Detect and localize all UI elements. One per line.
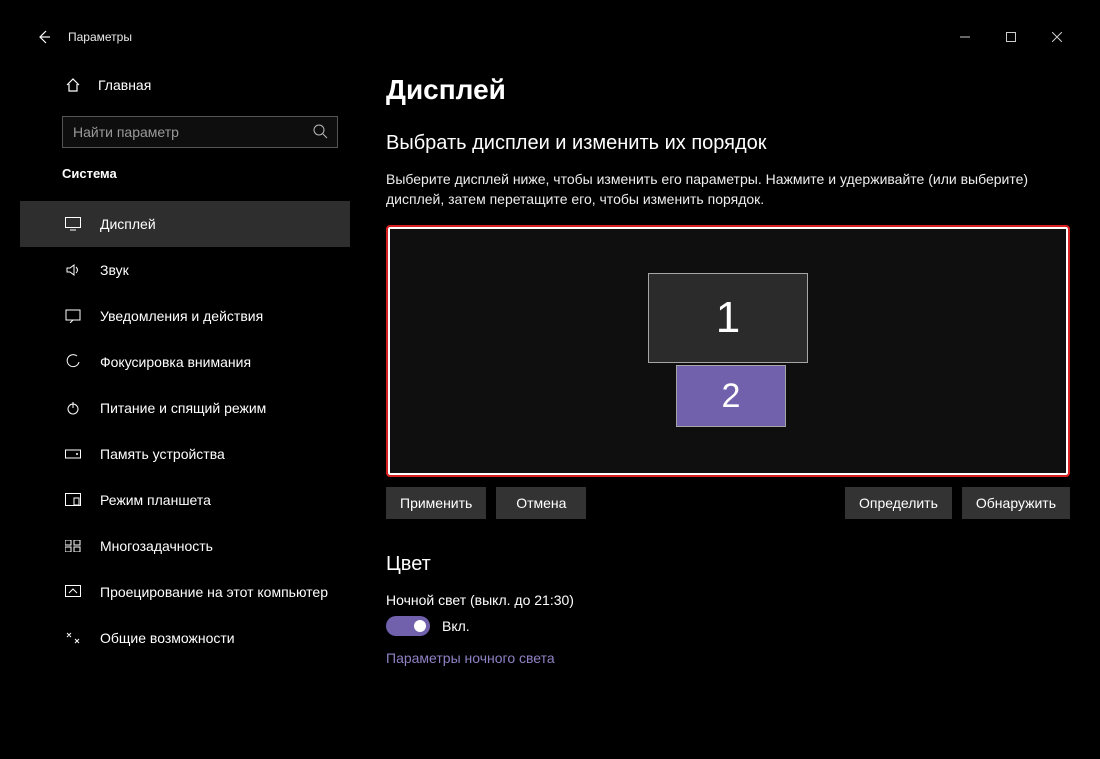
color-section-title: Цвет <box>386 553 1068 576</box>
multitask-icon <box>64 540 82 552</box>
monitor-2-label: 2 <box>722 377 741 416</box>
sidebar-item-storage[interactable]: Память устройства <box>20 431 350 477</box>
back-button[interactable] <box>20 20 68 54</box>
sidebar-item-focus[interactable]: Фокусировка внимания <box>20 339 350 385</box>
monitor-1-label: 1 <box>716 293 740 343</box>
projecting-icon <box>64 585 82 599</box>
arrange-section-title: Выбрать дисплеи и изменить их порядок <box>386 132 1068 155</box>
window-title: Параметры <box>68 30 132 44</box>
night-light-label: Ночной свет (выкл. до 21:30) <box>386 592 1068 608</box>
night-light-toggle-row: Вкл. <box>386 616 1068 636</box>
home-icon <box>64 77 82 93</box>
sidebar-item-power[interactable]: Питание и спящий режим <box>20 385 350 431</box>
detect-button[interactable]: Обнаружить <box>962 487 1070 519</box>
sidebar-item-label: Фокусировка внимания <box>100 354 251 370</box>
sidebar-item-label: Уведомления и действия <box>100 308 263 324</box>
search-input[interactable] <box>62 116 338 148</box>
display-icon <box>64 217 82 231</box>
close-button[interactable] <box>1034 20 1080 54</box>
settings-window: Параметры Главная <box>20 20 1080 740</box>
sidebar-item-label: Звук <box>100 262 129 278</box>
toggle-state-label: Вкл. <box>442 618 470 634</box>
sidebar-group-label: Система <box>20 166 350 181</box>
focus-icon <box>64 354 82 370</box>
power-icon <box>64 400 82 416</box>
notifications-icon <box>64 309 82 323</box>
search-icon <box>312 123 328 144</box>
cancel-button[interactable]: Отмена <box>496 487 586 519</box>
arrange-button-row: Применить Отмена Определить Обнаружить <box>386 487 1070 519</box>
page-title: Дисплей <box>386 74 1068 106</box>
apply-button[interactable]: Применить <box>386 487 486 519</box>
sidebar-item-label: Проецирование на этот компьютер <box>100 584 328 600</box>
monitor-1[interactable]: 1 <box>648 273 808 363</box>
sidebar-item-label: Питание и спящий режим <box>100 400 266 416</box>
storage-icon <box>64 448 82 460</box>
minimize-button[interactable] <box>942 20 988 54</box>
sidebar-item-display[interactable]: Дисплей <box>20 201 350 247</box>
sidebar-item-label: Дисплей <box>100 216 156 232</box>
window-controls <box>942 20 1080 54</box>
sidebar-item-notifications[interactable]: Уведомления и действия <box>20 293 350 339</box>
sidebar-item-tablet[interactable]: Режим планшета <box>20 477 350 523</box>
sidebar-home[interactable]: Главная <box>20 64 350 106</box>
sidebar-item-label: Память устройства <box>100 446 225 462</box>
sidebar-item-sound[interactable]: Звук <box>20 247 350 293</box>
close-icon <box>1052 32 1062 42</box>
night-light-toggle[interactable] <box>386 616 430 636</box>
sidebar-item-label: Общие возможности <box>100 630 235 646</box>
toggle-knob <box>414 620 426 632</box>
arrow-left-icon <box>36 29 52 45</box>
sidebar-item-label: Режим планшета <box>100 492 211 508</box>
identify-button[interactable]: Определить <box>845 487 952 519</box>
sidebar-item-shared[interactable]: Общие возможности <box>20 615 350 661</box>
titlebar: Параметры <box>20 20 1080 54</box>
maximize-icon <box>1006 32 1016 42</box>
sidebar-item-projecting[interactable]: Проецирование на этот компьютер <box>20 569 350 615</box>
monitor-2[interactable]: 2 <box>676 365 786 427</box>
sidebar-item-multitask[interactable]: Многозадачность <box>20 523 350 569</box>
maximize-button[interactable] <box>988 20 1034 54</box>
sidebar: Главная Система Дисплей Звук Уведомления… <box>20 54 350 740</box>
sidebar-item-label: Многозадачность <box>100 538 213 554</box>
shared-icon <box>64 631 82 645</box>
sidebar-home-label: Главная <box>98 77 151 93</box>
night-light-settings-link[interactable]: Параметры ночного света <box>386 650 555 666</box>
main-content: Дисплей Выбрать дисплеи и изменить их по… <box>350 54 1080 740</box>
minimize-icon <box>960 32 970 42</box>
search-wrap <box>62 116 338 148</box>
tablet-icon <box>64 493 82 507</box>
sound-icon <box>64 263 82 277</box>
display-arrangement-area[interactable]: 1 2 <box>386 225 1070 477</box>
arrange-description: Выберите дисплей ниже, чтобы изменить ег… <box>386 169 1046 209</box>
